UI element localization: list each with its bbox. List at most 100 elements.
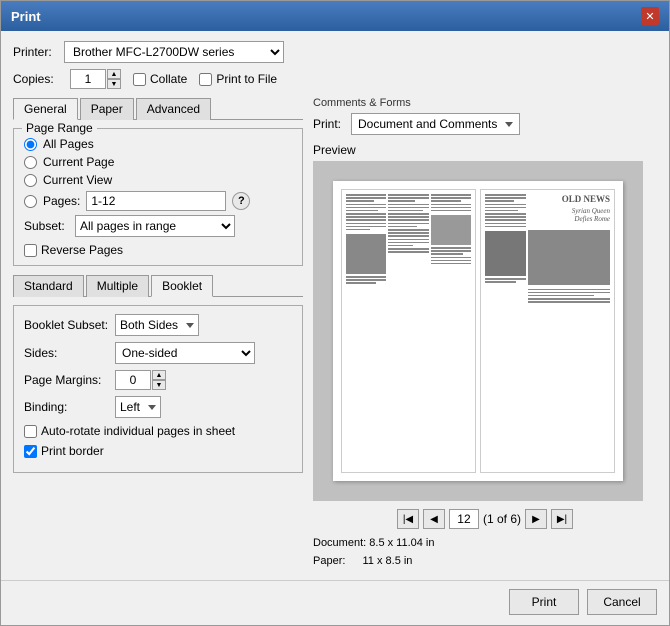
reverse-pages-checkbox[interactable] <box>24 244 37 257</box>
copies-up-button[interactable]: ▲ <box>107 69 121 79</box>
booklet-subset-arrow <box>186 323 194 328</box>
subset-select[interactable]: All pages in range <box>75 215 235 237</box>
dialog-body: Printer: Brother MFC-L2700DW series Copi… <box>1 31 669 580</box>
preview-pages: OLD NEWS Syrian Queen Defies Rome <box>333 181 623 481</box>
booklet-margins-row: Page Margins: 0 ▲ ▼ <box>24 370 292 390</box>
print-to-file-checkbox[interactable] <box>199 73 212 86</box>
nav-prev-button[interactable]: ◀ <box>423 509 445 529</box>
close-button[interactable]: ✕ <box>641 7 659 25</box>
auto-rotate-row: Auto-rotate individual pages in sheet <box>24 424 292 438</box>
tab-multiple[interactable]: Multiple <box>86 275 149 297</box>
copies-label: Copies: <box>13 72 58 86</box>
nav-last-button[interactable]: ▶| <box>551 509 573 529</box>
booklet-margins-label: Page Margins: <box>24 373 109 387</box>
booklet-sides-select[interactable]: One-sided <box>115 342 255 364</box>
reverse-row: Reverse Pages <box>24 243 292 257</box>
all-pages-label: All Pages <box>43 137 94 151</box>
dialog-title: Print <box>11 9 41 24</box>
margins-up-button[interactable]: ▲ <box>152 370 166 380</box>
tab-standard[interactable]: Standard <box>13 275 84 297</box>
reverse-pages-label: Reverse Pages <box>41 243 123 257</box>
cancel-button[interactable]: Cancel <box>587 589 657 615</box>
pages-label: Pages: <box>43 194 80 208</box>
tab-paper[interactable]: Paper <box>80 98 134 120</box>
print-border-checkbox[interactable] <box>24 445 37 458</box>
print-dialog: Print ✕ Printer: Brother MFC-L2700DW ser… <box>0 0 670 626</box>
margins-spinner-buttons: ▲ ▼ <box>152 370 166 390</box>
copies-spinner-buttons: ▲ ▼ <box>107 69 121 89</box>
preview-subheadline2: Defies Rome <box>528 215 610 223</box>
current-view-row: Current View <box>24 173 292 187</box>
booklet-sides-row: Sides: One-sided <box>24 342 292 364</box>
preview-label: Preview <box>313 143 657 157</box>
booklet-sides-label: Sides: <box>24 346 109 360</box>
comments-forms-title: Comments & Forms <box>313 97 657 109</box>
pages-row: Pages: 1-12 ? <box>24 191 292 211</box>
title-bar: Print ✕ <box>1 1 669 31</box>
booklet-subset-value: Both Sides <box>120 318 178 332</box>
all-pages-row: All Pages <box>24 137 292 151</box>
page-input[interactable]: 12 <box>449 509 479 529</box>
preview-right-content: OLD NEWS Syrian Queen Defies Rome <box>485 194 610 468</box>
comments-dropdown[interactable]: Document and Comments <box>351 113 520 135</box>
booklet-binding-label: Binding: <box>24 400 109 414</box>
preview-page-right: OLD NEWS Syrian Queen Defies Rome <box>480 189 615 473</box>
collate-checkbox-label[interactable]: Collate <box>133 72 187 86</box>
auto-rotate-label[interactable]: Auto-rotate individual pages in sheet <box>24 424 235 438</box>
preview-left-content <box>346 194 471 468</box>
booklet-binding-dropdown[interactable]: Left <box>115 396 161 418</box>
pages-input[interactable]: 1-12 <box>86 191 226 211</box>
print-border-text: Print border <box>41 444 104 458</box>
print-to-file-text: Print to File <box>216 72 277 86</box>
all-pages-radio[interactable] <box>24 138 37 151</box>
comments-value: Document and Comments <box>358 117 497 131</box>
copies-down-button[interactable]: ▼ <box>107 79 121 89</box>
current-view-label: Current View <box>43 173 112 187</box>
left-panel: General Paper Advanced Page Range All Pa… <box>13 97 303 570</box>
printer-label: Printer: <box>13 45 58 59</box>
preview-headline: OLD NEWS <box>528 194 610 205</box>
print-to-file-label[interactable]: Print to File <box>199 72 277 86</box>
right-panel: Comments & Forms Print: Document and Com… <box>313 97 657 570</box>
preview-col-1 <box>346 194 386 468</box>
copies-input[interactable]: 1 <box>70 69 106 89</box>
margins-down-button[interactable]: ▼ <box>152 380 166 390</box>
printer-select[interactable]: Brother MFC-L2700DW series <box>64 41 284 63</box>
booklet-section: Booklet Subset: Both Sides Sides: One-si… <box>13 305 303 473</box>
booklet-margins-input[interactable]: 0 <box>115 370 151 390</box>
document-label: Document: <box>313 537 366 549</box>
doc-info-paper: Paper: 11 x 8.5 in <box>313 553 657 571</box>
page-range-title: Page Range <box>22 121 97 135</box>
copies-row: Copies: 1 ▲ ▼ Collate Print to File <box>13 69 657 89</box>
current-page-radio[interactable] <box>24 156 37 169</box>
booklet-binding-arrow <box>148 405 156 410</box>
document-value: 8.5 x 11.04 in <box>369 537 434 549</box>
nav-next-button[interactable]: ▶ <box>525 509 547 529</box>
collate-checkbox[interactable] <box>133 73 146 86</box>
auto-rotate-checkbox[interactable] <box>24 425 37 438</box>
comments-row: Print: Document and Comments <box>313 113 657 135</box>
booklet-subset-row: Booklet Subset: Both Sides <box>24 314 292 336</box>
comments-section: Comments & Forms Print: Document and Com… <box>313 97 657 135</box>
doc-info-document: Document: 8.5 x 11.04 in <box>313 535 657 553</box>
auto-rotate-text: Auto-rotate individual pages in sheet <box>41 424 235 438</box>
current-page-label: Current Page <box>43 155 114 169</box>
current-view-radio[interactable] <box>24 174 37 187</box>
tab-general[interactable]: General <box>13 98 78 120</box>
preview-img-1 <box>346 234 386 274</box>
booklet-margins-spinner: 0 ▲ ▼ <box>115 370 166 390</box>
print-border-label[interactable]: Print border <box>24 444 104 458</box>
booklet-subset-dropdown[interactable]: Both Sides <box>115 314 199 336</box>
nav-first-button[interactable]: |◀ <box>397 509 419 529</box>
preview-col-5: OLD NEWS Syrian Queen Defies Rome <box>528 194 610 468</box>
print-label: Print: <box>313 117 345 131</box>
page-of: (1 of 6) <box>483 512 521 526</box>
print-button[interactable]: Print <box>509 589 579 615</box>
tab-booklet[interactable]: Booklet <box>151 275 213 297</box>
subset-label: Subset: <box>24 219 69 233</box>
preview-col-3 <box>431 194 471 468</box>
tab-advanced[interactable]: Advanced <box>136 98 211 120</box>
printer-row: Printer: Brother MFC-L2700DW series <box>13 41 657 63</box>
pages-radio[interactable] <box>24 195 37 208</box>
pages-help-button[interactable]: ? <box>232 192 250 210</box>
